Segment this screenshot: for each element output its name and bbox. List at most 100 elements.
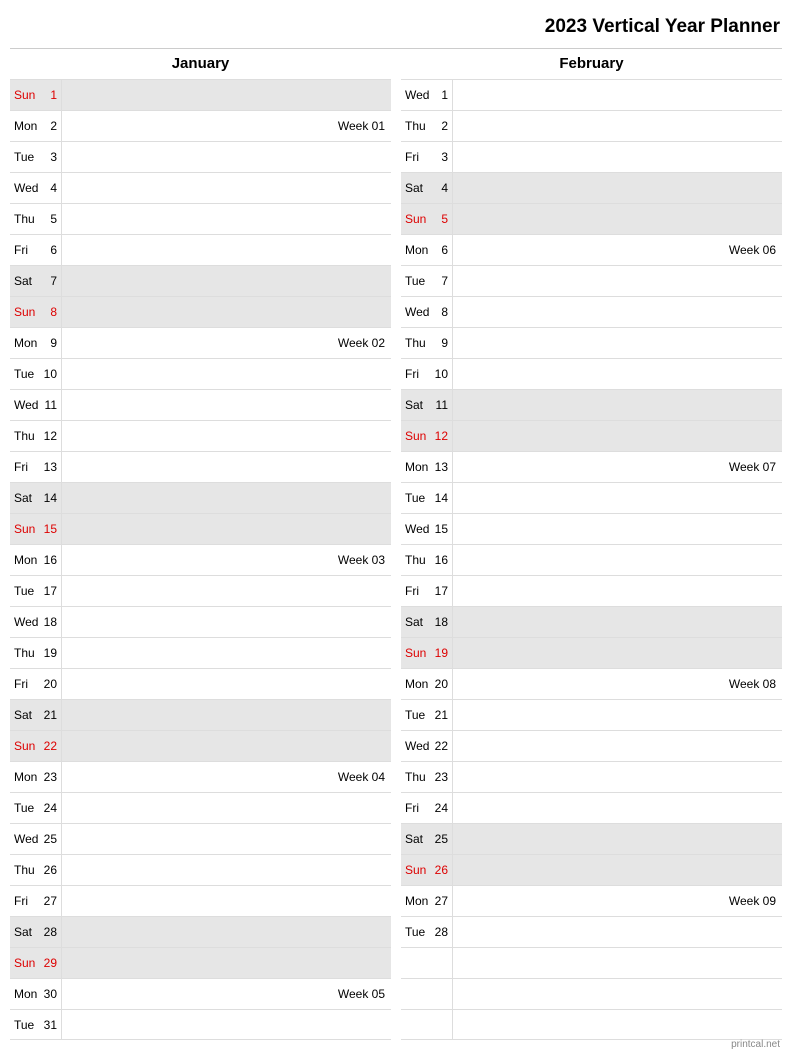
month-column: JanuarySun1Mon2Week 01Tue3Wed4Thu5Fri6Sa… — [10, 49, 391, 1040]
day-of-week: Sat — [14, 925, 40, 939]
day-note: Week 01 — [62, 111, 391, 141]
day-number: 13 — [40, 460, 61, 474]
day-of-week: Thu — [14, 429, 40, 443]
day-number: 29 — [40, 956, 61, 970]
day-note — [62, 142, 391, 172]
day-note — [453, 142, 782, 172]
day-note — [62, 731, 391, 761]
day-of-week: Sat — [405, 832, 431, 846]
day-of-week: Wed — [14, 181, 40, 195]
day-of-week: Mon — [14, 553, 40, 567]
day-of-week: Sat — [14, 274, 40, 288]
day-row — [401, 947, 782, 978]
day-note — [453, 607, 782, 637]
day-of-week: Thu — [405, 553, 431, 567]
day-note: Week 05 — [62, 979, 391, 1009]
day-number: 20 — [40, 677, 61, 691]
day-number: 12 — [431, 429, 452, 443]
day-label: Sun1 — [10, 80, 62, 110]
day-of-week: Mon — [405, 894, 431, 908]
day-label: Sun8 — [10, 297, 62, 327]
day-note — [453, 390, 782, 420]
day-of-week: Thu — [14, 646, 40, 660]
day-note — [62, 173, 391, 203]
day-label: Fri24 — [401, 793, 453, 823]
day-note — [453, 917, 782, 947]
day-number: 20 — [431, 677, 452, 691]
day-of-week: Sat — [14, 491, 40, 505]
day-label: Tue3 — [10, 142, 62, 172]
day-note — [453, 545, 782, 575]
day-of-week: Wed — [405, 739, 431, 753]
day-note — [453, 204, 782, 234]
day-note — [62, 235, 391, 265]
day-note: Week 09 — [453, 886, 782, 916]
day-label: Sat25 — [401, 824, 453, 854]
day-label: Fri27 — [10, 886, 62, 916]
day-label: Fri17 — [401, 576, 453, 606]
day-label: Mon27 — [401, 886, 453, 916]
day-number: 14 — [431, 491, 452, 505]
day-note — [62, 669, 391, 699]
day-label: Wed8 — [401, 297, 453, 327]
day-of-week: Sun — [14, 956, 40, 970]
day-number: 16 — [40, 553, 61, 567]
day-of-week: Wed — [405, 522, 431, 536]
day-row: Tue14 — [401, 482, 782, 513]
day-row: Wed4 — [10, 172, 391, 203]
day-row: Tue7 — [401, 265, 782, 296]
day-of-week: Thu — [405, 336, 431, 350]
day-of-week: Tue — [405, 708, 431, 722]
day-row: Fri10 — [401, 358, 782, 389]
day-row: Sun19 — [401, 637, 782, 668]
day-row: Fri20 — [10, 668, 391, 699]
day-of-week: Sun — [14, 88, 40, 102]
day-row: Tue21 — [401, 699, 782, 730]
day-number: 8 — [40, 305, 61, 319]
day-of-week: Thu — [405, 770, 431, 784]
day-row: Sat25 — [401, 823, 782, 854]
day-of-week: Tue — [14, 1018, 40, 1032]
day-note — [62, 638, 391, 668]
day-number: 16 — [431, 553, 452, 567]
day-number: 2 — [431, 119, 452, 133]
day-label: Fri6 — [10, 235, 62, 265]
day-number: 3 — [431, 150, 452, 164]
day-note — [453, 731, 782, 761]
day-number: 11 — [431, 398, 452, 412]
day-note — [62, 824, 391, 854]
day-note — [453, 80, 782, 110]
day-label: Mon16 — [10, 545, 62, 575]
day-note: Week 08 — [453, 669, 782, 699]
day-number: 2 — [40, 119, 61, 133]
day-number: 22 — [40, 739, 61, 753]
day-number: 4 — [431, 181, 452, 195]
day-note — [62, 204, 391, 234]
day-row: Thu5 — [10, 203, 391, 234]
day-of-week: Mon — [14, 119, 40, 133]
day-note — [453, 855, 782, 885]
day-of-week: Tue — [405, 925, 431, 939]
day-row: Thu12 — [10, 420, 391, 451]
day-number: 1 — [40, 88, 61, 102]
day-number: 28 — [40, 925, 61, 939]
day-row: Mon30Week 05 — [10, 978, 391, 1009]
day-row: Sat21 — [10, 699, 391, 730]
footer-credit: printcal.net — [731, 1039, 780, 1050]
day-number: 10 — [431, 367, 452, 381]
day-row: Fri3 — [401, 141, 782, 172]
day-row: Sat28 — [10, 916, 391, 947]
day-note — [62, 80, 391, 110]
day-label: Thu9 — [401, 328, 453, 358]
day-number: 23 — [40, 770, 61, 784]
day-label: Tue17 — [10, 576, 62, 606]
day-row: Wed22 — [401, 730, 782, 761]
day-row: Mon13Week 07 — [401, 451, 782, 482]
day-row: Wed1 — [401, 79, 782, 110]
day-label: Sun29 — [10, 948, 62, 978]
day-of-week: Sat — [405, 398, 431, 412]
day-row: Tue3 — [10, 141, 391, 172]
day-row: Sun8 — [10, 296, 391, 327]
day-number: 3 — [40, 150, 61, 164]
day-of-week: Fri — [405, 150, 431, 164]
